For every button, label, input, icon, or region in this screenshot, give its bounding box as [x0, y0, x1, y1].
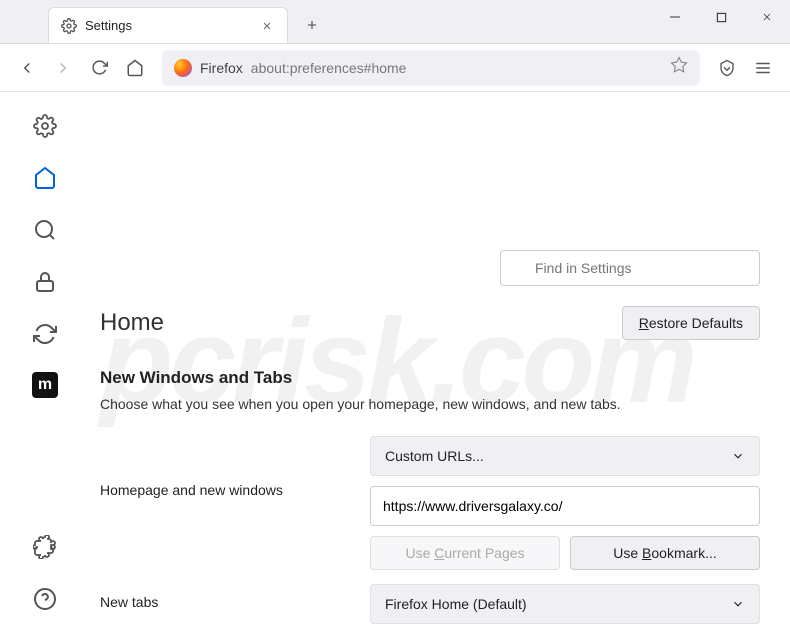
section-heading: New Windows and Tabs — [100, 368, 760, 388]
chevron-down-icon — [731, 449, 745, 463]
sidebar-item-search[interactable] — [31, 216, 59, 244]
maximize-button[interactable] — [698, 0, 744, 34]
tab-title: Settings — [85, 18, 259, 33]
tab-close-button[interactable] — [259, 18, 275, 34]
firefox-icon — [174, 59, 192, 77]
settings-search-input[interactable] — [500, 250, 760, 286]
newtabs-select[interactable]: Firefox Home (Default) — [370, 584, 760, 624]
forward-button[interactable] — [46, 51, 80, 85]
homepage-url-input[interactable] — [370, 486, 760, 526]
sidebar-item-mozilla[interactable]: m — [32, 372, 58, 398]
page-title: Home — [100, 309, 164, 337]
new-tab-button[interactable] — [296, 9, 328, 41]
sidebar-item-sync[interactable] — [31, 320, 59, 348]
window-controls — [652, 0, 790, 44]
homepage-label: Homepage and new windows — [100, 436, 350, 498]
sidebar-item-help[interactable] — [31, 585, 59, 613]
newtabs-label: New tabs — [100, 584, 350, 610]
main-panel: pcrisk.com Home Restore Defaults New Win… — [90, 92, 790, 629]
home-button[interactable] — [118, 51, 152, 85]
sidebar: m — [0, 92, 90, 629]
section-description: Choose what you see when you open your h… — [100, 396, 760, 412]
sidebar-item-general[interactable] — [31, 112, 59, 140]
url-bar[interactable]: Firefox about:preferences#home — [162, 50, 700, 86]
restore-defaults-button[interactable]: Restore Defaults — [622, 306, 760, 340]
url-text: about:preferences#home — [251, 60, 662, 76]
chevron-down-icon — [731, 597, 745, 611]
close-window-button[interactable] — [744, 0, 790, 34]
toolbar: Firefox about:preferences#home — [0, 44, 790, 92]
use-current-pages-button[interactable]: Use Current Pages — [370, 536, 560, 570]
homepage-select[interactable]: Custom URLs... — [370, 436, 760, 476]
bookmark-star-icon[interactable] — [670, 56, 688, 79]
titlebar: Settings — [0, 0, 790, 44]
sidebar-item-home[interactable] — [31, 164, 59, 192]
sidebar-item-privacy[interactable] — [31, 268, 59, 296]
url-identity: Firefox — [200, 60, 243, 76]
reload-button[interactable] — [82, 51, 116, 85]
back-button[interactable] — [10, 51, 44, 85]
use-bookmark-button[interactable]: Use Bookmark... — [570, 536, 760, 570]
sidebar-item-extensions[interactable] — [31, 533, 59, 561]
app-menu-button[interactable] — [746, 51, 780, 85]
browser-tab[interactable]: Settings — [48, 7, 288, 43]
pocket-button[interactable] — [710, 51, 744, 85]
content-area: m pcrisk.com Home Restore Defaults New W… — [0, 92, 790, 629]
minimize-button[interactable] — [652, 0, 698, 34]
gear-icon — [61, 18, 77, 34]
